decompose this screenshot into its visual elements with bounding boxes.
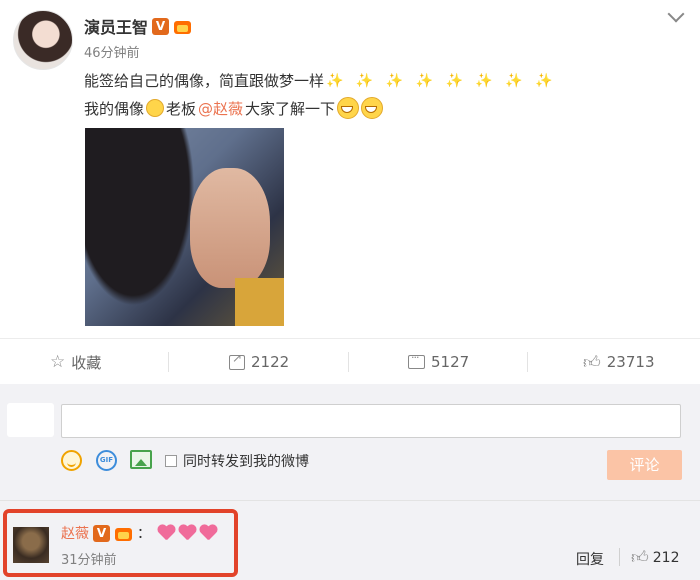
sparkles-icon: ✨ ✨ ✨ ✨ ✨ ✨ ✨ ✨ bbox=[326, 72, 557, 89]
reply-button[interactable]: 回复 bbox=[576, 549, 604, 569]
divider bbox=[527, 352, 528, 372]
star-icon: ☆ bbox=[50, 352, 66, 372]
like-count: 23713 bbox=[606, 353, 655, 371]
author-avatar[interactable] bbox=[13, 10, 73, 70]
comment-input[interactable] bbox=[61, 404, 681, 438]
heart-icon bbox=[199, 525, 218, 541]
divider bbox=[348, 352, 349, 372]
share-button[interactable]: 2122 bbox=[229, 339, 289, 385]
post-text-part: 我的偶像 bbox=[84, 99, 145, 118]
reply-like-count: 212 bbox=[652, 549, 680, 566]
reply-hearts bbox=[157, 525, 218, 541]
comment-area: GIF 同时转发到我的微博 评论 赵薇 V ： 31分钟前 回复 👍︎ 212 bbox=[0, 384, 700, 580]
crown-icon bbox=[114, 525, 133, 542]
like-button[interactable]: 👍︎ 23713 bbox=[583, 339, 654, 385]
reply-like-button[interactable]: 👍︎ 212 bbox=[631, 547, 680, 568]
photo-shirt bbox=[235, 278, 284, 326]
reply-time: 31分钟前 bbox=[61, 553, 117, 568]
sync-checkbox[interactable] bbox=[165, 455, 177, 467]
action-bar: ☆ 收藏 2122 5127 👍︎ 23713 bbox=[0, 338, 700, 384]
crown-icon bbox=[173, 18, 192, 35]
chevron-down-icon[interactable] bbox=[667, 5, 685, 23]
divider bbox=[619, 548, 620, 566]
heart-icon bbox=[157, 525, 176, 541]
reply-avatar[interactable] bbox=[13, 527, 49, 563]
heart-icon bbox=[178, 525, 197, 541]
submit-comment-button[interactable]: 评论 bbox=[607, 450, 682, 480]
author-name[interactable]: 演员王智 bbox=[84, 14, 148, 38]
share-icon bbox=[229, 351, 245, 370]
post-photo[interactable] bbox=[85, 128, 284, 326]
verified-icon: V bbox=[93, 524, 110, 542]
like-icon: 👍︎ bbox=[631, 548, 649, 568]
photo-face bbox=[190, 168, 270, 288]
reply-author[interactable]: 赵薇 bbox=[61, 523, 89, 543]
author-row: 演员王智 V bbox=[84, 14, 192, 38]
weibo-post: 演员王智 V 46分钟前 能签给自己的偶像，简直跟做梦一样 ✨ ✨ ✨ ✨ ✨ … bbox=[0, 0, 700, 338]
post-text-part: 老板 bbox=[166, 99, 197, 118]
smile-icon[interactable] bbox=[61, 450, 82, 471]
post-text-line1: 能签给自己的偶像，简直跟做梦一样 ✨ ✨ ✨ ✨ ✨ ✨ ✨ ✨ bbox=[84, 70, 557, 91]
reply-header: 赵薇 V ： bbox=[61, 523, 218, 543]
favorite-label: 收藏 bbox=[71, 353, 102, 372]
divider bbox=[168, 352, 169, 372]
image-icon[interactable] bbox=[130, 450, 152, 469]
comment-count: 5127 bbox=[431, 353, 470, 371]
comment-button[interactable]: 5127 bbox=[408, 339, 469, 385]
favorite-button[interactable]: ☆ 收藏 bbox=[50, 339, 101, 385]
sync-label[interactable]: 同时转发到我的微博 bbox=[183, 451, 309, 471]
grin-emoji-icon bbox=[361, 97, 384, 119]
share-count: 2122 bbox=[251, 353, 290, 371]
post-text: 能签给自己的偶像，简直跟做梦一样 bbox=[84, 72, 325, 90]
photo-hair bbox=[85, 128, 205, 326]
verified-icon: V bbox=[152, 17, 170, 35]
reply-item: 赵薇 V ： 31分钟前 回复 👍︎ 212 bbox=[0, 501, 700, 580]
post-text-part: 大家了解一下 bbox=[245, 99, 336, 118]
my-avatar bbox=[7, 403, 54, 437]
mention-link[interactable]: @赵薇 bbox=[198, 98, 243, 119]
like-icon: 👍︎ bbox=[583, 352, 601, 373]
star-struck-emoji-icon bbox=[146, 99, 165, 117]
gif-icon[interactable]: GIF bbox=[96, 450, 117, 471]
post-text-line2: 我的偶像 老板 @赵薇 大家了解一下 bbox=[84, 97, 384, 119]
reply-colon: ： bbox=[137, 526, 151, 542]
post-time[interactable]: 46分钟前 bbox=[84, 42, 140, 61]
grin-emoji-icon bbox=[337, 97, 360, 119]
comment-icon bbox=[408, 351, 425, 369]
